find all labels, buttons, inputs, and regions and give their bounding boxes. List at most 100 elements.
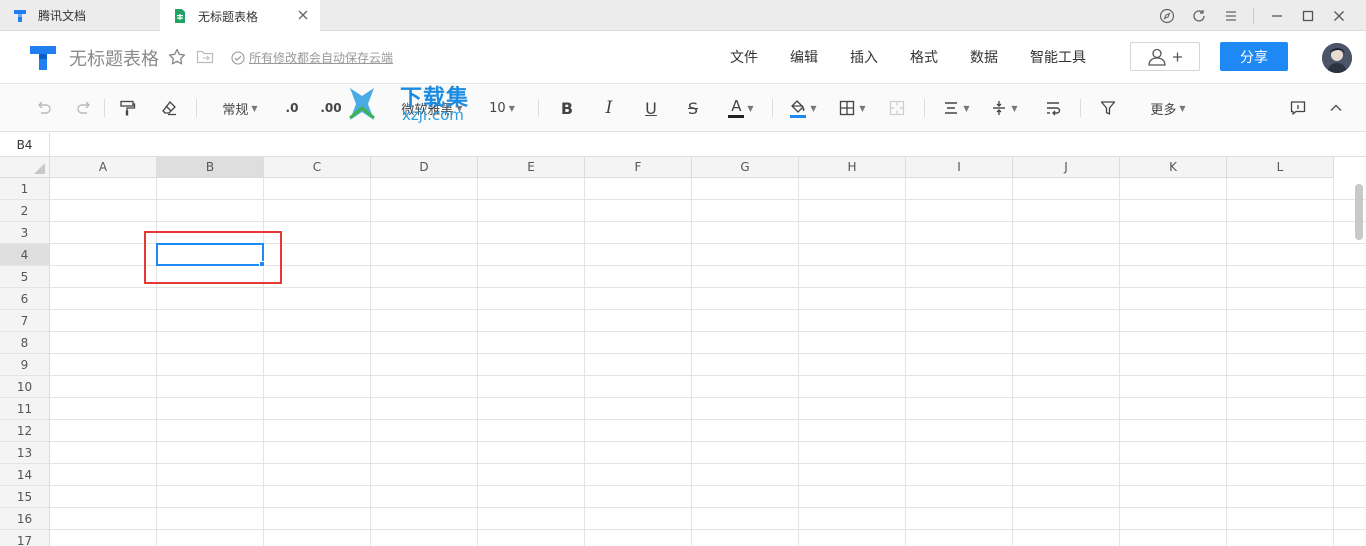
bold-button[interactable]: B xyxy=(556,97,578,119)
column-header[interactable]: I xyxy=(906,157,1013,178)
close-tab-icon[interactable] xyxy=(296,8,310,22)
menu-format[interactable]: 格式 xyxy=(910,47,938,67)
column-header[interactable]: L xyxy=(1227,157,1334,178)
tencent-docs-logo[interactable] xyxy=(28,44,58,72)
maximize-icon[interactable] xyxy=(1298,6,1318,26)
divider xyxy=(772,99,773,117)
strikethrough-button[interactable]: S xyxy=(682,97,704,119)
row-header[interactable]: 4 xyxy=(0,244,50,266)
menu-icon[interactable] xyxy=(1221,6,1241,26)
refresh-icon[interactable] xyxy=(1189,6,1209,26)
underline-button[interactable]: U xyxy=(640,97,662,119)
menu-file[interactable]: 文件 xyxy=(730,47,758,67)
row-header[interactable]: 16 xyxy=(0,508,50,530)
star-icon[interactable] xyxy=(167,47,187,67)
column-header[interactable]: D xyxy=(371,157,478,178)
move-folder-icon[interactable] xyxy=(196,49,214,65)
font-color-button[interactable]: A ▼ xyxy=(722,97,760,119)
row-header[interactable]: 9 xyxy=(0,354,50,376)
save-status[interactable]: 所有修改都会自动保存云端 xyxy=(231,49,393,66)
minimize-icon[interactable] xyxy=(1267,6,1287,26)
highlight-box xyxy=(144,231,282,284)
decrease-decimal-button[interactable]: .0 xyxy=(280,97,304,119)
row-header[interactable]: 2 xyxy=(0,200,50,222)
comment-icon[interactable] xyxy=(1287,97,1309,119)
clear-format-icon[interactable] xyxy=(158,97,180,119)
add-collaborator-button[interactable] xyxy=(1130,42,1200,71)
grid-line xyxy=(50,199,1366,200)
menu-edit[interactable]: 编辑 xyxy=(790,47,818,67)
column-header[interactable]: K xyxy=(1120,157,1227,178)
filter-icon[interactable] xyxy=(1097,97,1119,119)
spreadsheet-grid[interactable]: ABCDEFGHIJKL 1 2 3 4 5 6 7 8 9 10 11 12 13 14 15 16 17 xyxy=(0,157,1366,546)
italic-button[interactable]: I xyxy=(598,97,620,119)
row-header[interactable]: 13 xyxy=(0,442,50,464)
increase-decimal-label: .00 xyxy=(320,101,342,115)
add-user-icon xyxy=(1145,47,1185,67)
row-header[interactable]: 3 xyxy=(0,222,50,244)
menu-data[interactable]: 数据 xyxy=(970,47,998,67)
document-header: 无标题表格 所有修改都会自动保存云端 文件 编辑 插入 格式 数据 智能工具 分… xyxy=(0,31,1366,84)
formula-input[interactable] xyxy=(51,133,1366,157)
close-window-icon[interactable] xyxy=(1329,6,1349,26)
tab-tencent-docs[interactable]: 腾讯文档 xyxy=(0,0,160,31)
menu-smart-tools[interactable]: 智能工具 xyxy=(1030,47,1086,67)
grid-line xyxy=(370,178,371,546)
document-title[interactable]: 无标题表格 xyxy=(69,45,159,71)
column-header[interactable]: C xyxy=(264,157,371,178)
number-format-label: 常规 xyxy=(222,102,249,118)
redo-icon[interactable] xyxy=(74,97,96,119)
grid-line xyxy=(691,178,692,546)
vertical-scrollbar[interactable] xyxy=(1355,184,1363,240)
grid-line xyxy=(50,375,1366,376)
row-header[interactable]: 7 xyxy=(0,310,50,332)
horizontal-align-button[interactable]: ▼ xyxy=(938,97,974,119)
site-watermark: 下载集 xzji.com xyxy=(346,80,488,126)
row-header[interactable]: 5 xyxy=(0,266,50,288)
row-header[interactable]: 10 xyxy=(0,376,50,398)
watermark-url: xzji.com xyxy=(402,106,464,124)
undo-icon[interactable] xyxy=(32,97,54,119)
grid-line xyxy=(50,419,1366,420)
collapse-toolbar-icon[interactable] xyxy=(1325,97,1347,119)
vertical-align-button[interactable]: ▼ xyxy=(986,97,1022,119)
row-header[interactable]: 17 xyxy=(0,530,50,546)
row-header[interactable]: 6 xyxy=(0,288,50,310)
merge-cells-icon[interactable] xyxy=(886,97,908,119)
share-button[interactable]: 分享 xyxy=(1220,42,1288,71)
row-header[interactable]: 8 xyxy=(0,332,50,354)
menu-insert[interactable]: 插入 xyxy=(850,47,878,67)
increase-decimal-button[interactable]: .00 xyxy=(318,97,344,119)
row-header[interactable]: 11 xyxy=(0,398,50,420)
fill-color-button[interactable]: ▼ xyxy=(784,97,822,119)
font-size-dropdown[interactable]: 10 ▼ xyxy=(484,97,520,119)
row-header[interactable]: 12 xyxy=(0,420,50,442)
borders-button[interactable]: ▼ xyxy=(834,97,870,119)
more-button[interactable]: 更多 ▼ xyxy=(1144,97,1192,119)
column-header[interactable]: B xyxy=(157,157,264,178)
title-bar: 腾讯文档 无标题表格 xyxy=(0,0,1366,32)
divider xyxy=(1253,8,1254,24)
compass-icon[interactable] xyxy=(1157,6,1177,26)
caret-down-icon: ▼ xyxy=(1179,103,1186,113)
column-header[interactable]: E xyxy=(478,157,585,178)
align-center-icon xyxy=(942,99,960,117)
tab-untitled-sheet[interactable]: 无标题表格 xyxy=(160,0,320,32)
cell-reference[interactable]: B4 xyxy=(0,133,50,157)
format-painter-icon[interactable] xyxy=(116,97,138,119)
select-all-corner[interactable] xyxy=(0,157,50,178)
column-header[interactable]: H xyxy=(799,157,906,178)
avatar[interactable] xyxy=(1322,43,1352,73)
column-header[interactable]: F xyxy=(585,157,692,178)
divider xyxy=(1080,99,1081,117)
grid-line xyxy=(50,441,1366,442)
row-header[interactable]: 14 xyxy=(0,464,50,486)
column-header[interactable]: J xyxy=(1013,157,1120,178)
row-header[interactable]: 15 xyxy=(0,486,50,508)
row-header[interactable]: 1 xyxy=(0,178,50,200)
number-format-dropdown[interactable]: 常规 ▼ xyxy=(216,97,264,119)
grid-line xyxy=(1012,178,1013,546)
text-wrap-icon[interactable] xyxy=(1042,97,1064,119)
column-header[interactable]: A xyxy=(50,157,157,178)
column-header[interactable]: G xyxy=(692,157,799,178)
